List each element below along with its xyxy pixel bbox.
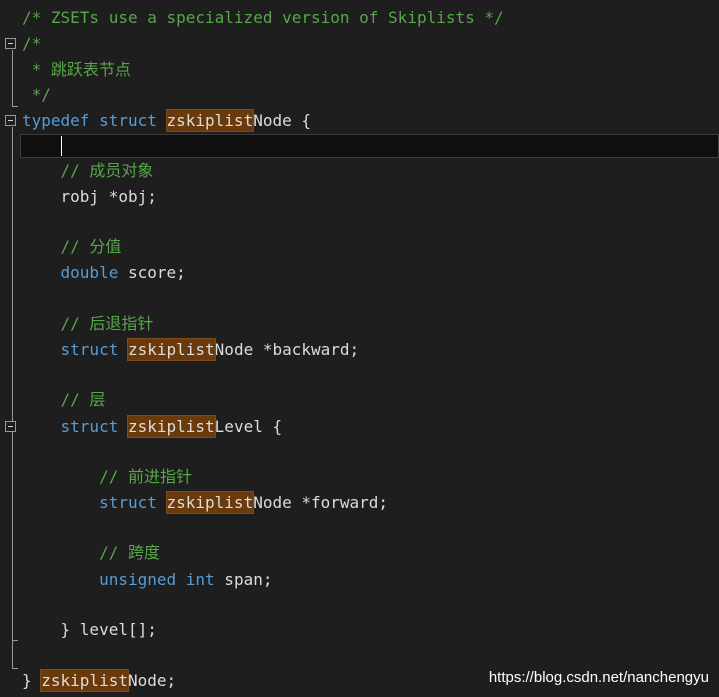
code-line-10[interactable]: // 分值: [22, 234, 122, 260]
search-match-highlight: zskiplist: [126, 338, 216, 361]
fold-guide-line: [12, 50, 13, 106]
keyword-token: struct: [60, 340, 119, 359]
search-match-highlight: zskiplist: [165, 109, 255, 132]
code-token: Node {: [253, 111, 311, 130]
collapse-comment-icon[interactable]: [5, 38, 16, 49]
code-line-22[interactable]: // 跨度: [22, 540, 160, 566]
code-token: Node *backward;: [214, 340, 360, 359]
code-line-3[interactable]: * 跳跃表节点: [22, 57, 131, 83]
code-token: Node;: [127, 671, 177, 690]
code-line-7[interactable]: // 成员对象: [22, 158, 154, 184]
keyword-token: int: [185, 570, 215, 589]
code-line-25[interactable]: } level[];: [22, 617, 157, 643]
code-token: Level {: [214, 417, 283, 436]
keyword-token: double: [60, 263, 119, 282]
keyword-token: struct: [60, 417, 119, 436]
code-line-5[interactable]: typedef struct zskiplistNode {: [22, 108, 311, 134]
keyword-token: typedef struct: [22, 111, 157, 130]
search-match-highlight: zskiplist: [126, 415, 216, 438]
search-match-highlight: zskiplist: [40, 669, 129, 692]
code-line-20[interactable]: struct zskiplistNode *forward;: [22, 490, 388, 516]
collapse-struct-icon[interactable]: [5, 115, 16, 126]
code-line-4[interactable]: */: [22, 82, 51, 108]
fold-guide-tick: [12, 106, 18, 107]
keyword-token: unsigned: [99, 570, 177, 589]
keyword-token: struct: [99, 493, 157, 512]
code-line-17[interactable]: struct zskiplistLevel {: [22, 414, 282, 440]
fold-gutter: [0, 0, 18, 697]
code-token: span;: [214, 570, 273, 589]
fold-guide-line: [12, 127, 13, 668]
code-token: Node *forward;: [253, 493, 389, 512]
collapse-level-struct-icon[interactable]: [5, 421, 16, 432]
code-line-11[interactable]: double score;: [22, 260, 186, 286]
code-line-8[interactable]: robj *obj;: [22, 184, 157, 210]
code-line-14[interactable]: struct zskiplistNode *backward;: [22, 337, 359, 363]
fold-guide-tick: [12, 640, 18, 641]
watermark-url: https://blog.csdn.net/nanchengyu: [488, 669, 709, 686]
code-line-2[interactable]: /*: [22, 31, 41, 57]
code-line-23[interactable]: unsigned int span;: [22, 567, 272, 593]
code-token: score;: [118, 263, 186, 282]
code-line-19[interactable]: // 前进指针: [22, 464, 192, 490]
current-line-highlight: [20, 134, 719, 158]
search-match-highlight: zskiplist: [165, 491, 255, 514]
code-line-13[interactable]: // 后退指针: [22, 311, 154, 337]
code-line-1[interactable]: /* ZSETs use a specialized version of Sk…: [22, 5, 504, 31]
fold-guide-tick: [12, 668, 18, 669]
text-caret: [61, 136, 62, 156]
code-line-16[interactable]: // 层: [22, 387, 106, 413]
code-line-27[interactable]: } zskiplistNode;: [22, 668, 176, 694]
code-token: }: [22, 671, 42, 690]
